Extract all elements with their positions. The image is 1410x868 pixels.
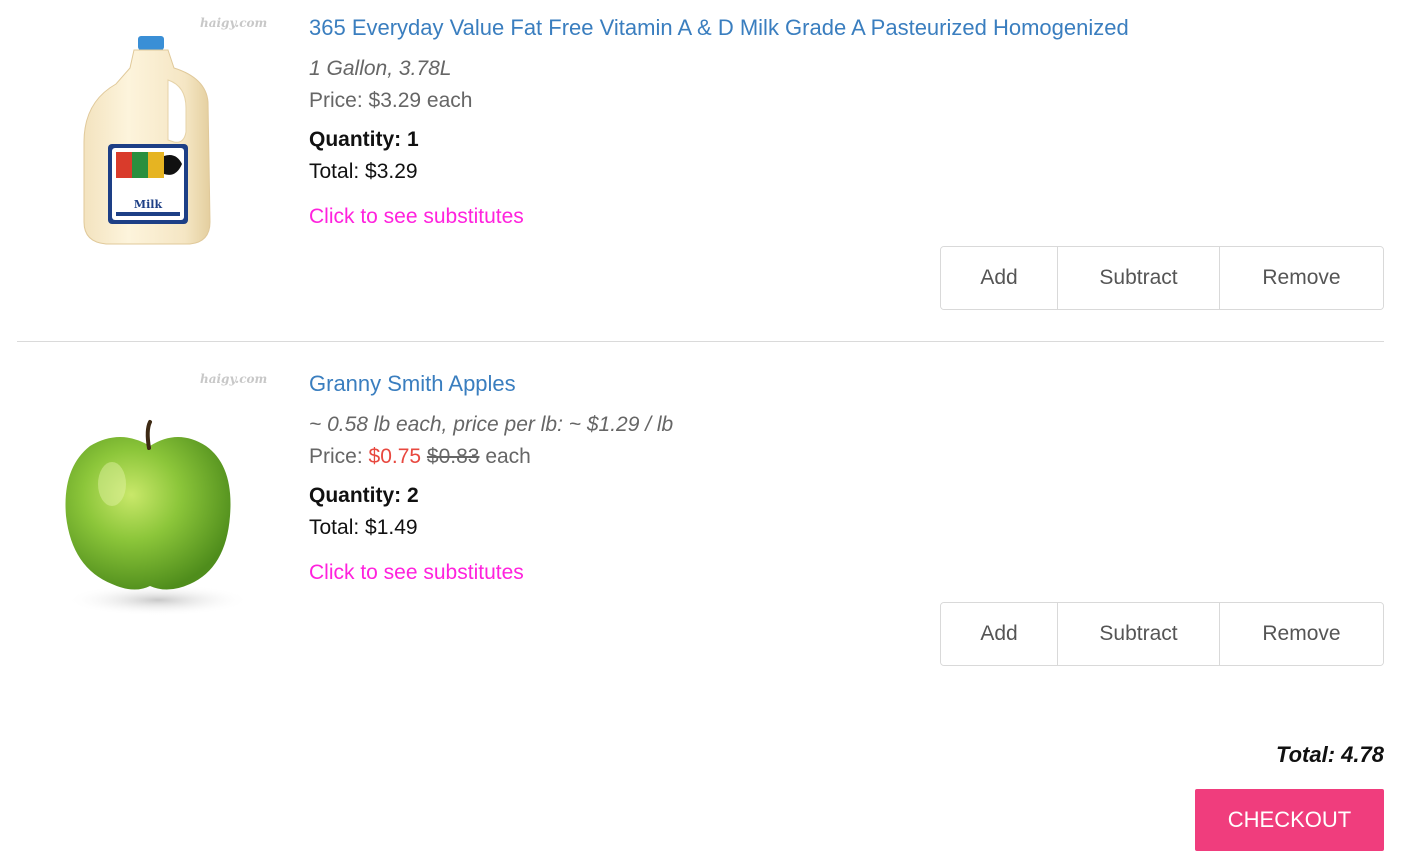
cart-item-milk: haigy.com Milk 365 Everyday Value Fat Fr… — [0, 0, 1410, 330]
price-line: Price: $3.29 each — [309, 87, 1389, 114]
item-total: Total: $1.49 — [309, 516, 418, 539]
sale-price: $0.75 — [368, 445, 422, 468]
product-name-link[interactable]: Granny Smith Apples — [309, 370, 1389, 398]
price-suffix: each — [479, 445, 531, 468]
price-line: Price: $0.75 $0.83 each — [309, 443, 1389, 470]
subtract-button[interactable]: Subtract — [1057, 247, 1219, 309]
remove-button[interactable]: Remove — [1219, 247, 1383, 309]
add-button[interactable]: Add — [941, 247, 1057, 309]
price-prefix: Price: — [309, 445, 369, 468]
item-divider — [17, 341, 1384, 342]
image-watermark: haigy.com — [200, 16, 268, 30]
subtract-button[interactable]: Subtract — [1057, 603, 1219, 665]
product-size: ~ 0.58 lb each, price per lb: ~ $1.29 / … — [309, 413, 674, 436]
green-apple-image — [65, 420, 250, 616]
unit-price: $3.29 — [368, 89, 422, 112]
substitutes-link[interactable]: Click to see substitutes — [309, 204, 524, 230]
quantity-button-group: Add Subtract Remove — [940, 602, 1384, 666]
item-info: 365 Everyday Value Fat Free Vitamin A & … — [309, 14, 1389, 230]
product-name-link[interactable]: 365 Everyday Value Fat Free Vitamin A & … — [309, 14, 1389, 42]
cart-grand-total: Total: 4.78 — [1276, 742, 1384, 767]
item-info: Granny Smith Apples ~ 0.58 lb each, pric… — [309, 370, 1389, 586]
add-button[interactable]: Add — [941, 603, 1057, 665]
product-image-milk[interactable]: haigy.com Milk — [50, 12, 270, 252]
price-prefix: Price: — [309, 89, 369, 112]
checkout-button[interactable]: CHECKOUT — [1195, 789, 1384, 851]
product-size: 1 Gallon, 3.78L — [309, 57, 452, 80]
product-image-apples[interactable]: haigy.com — [50, 368, 270, 616]
quantity-label: Quantity: 1 — [309, 128, 419, 151]
price-suffix: each — [421, 89, 473, 112]
milk-jug-image: Milk — [83, 36, 211, 245]
quantity-label: Quantity: 2 — [309, 484, 419, 507]
cart-item-apples: haigy.com Granny Smith Apples ~ 0.58 lb … — [0, 356, 1410, 686]
cart-page: haigy.com Milk 365 Everyday Value Fat Fr… — [0, 0, 1410, 868]
substitutes-link[interactable]: Click to see substitutes — [309, 560, 524, 586]
image-watermark: haigy.com — [200, 372, 268, 386]
original-price: $0.83 — [426, 445, 480, 468]
quantity-button-group: Add Subtract Remove — [940, 246, 1384, 310]
milk-label-text: Milk — [134, 198, 163, 211]
remove-button[interactable]: Remove — [1219, 603, 1383, 665]
item-total: Total: $3.29 — [309, 160, 418, 183]
